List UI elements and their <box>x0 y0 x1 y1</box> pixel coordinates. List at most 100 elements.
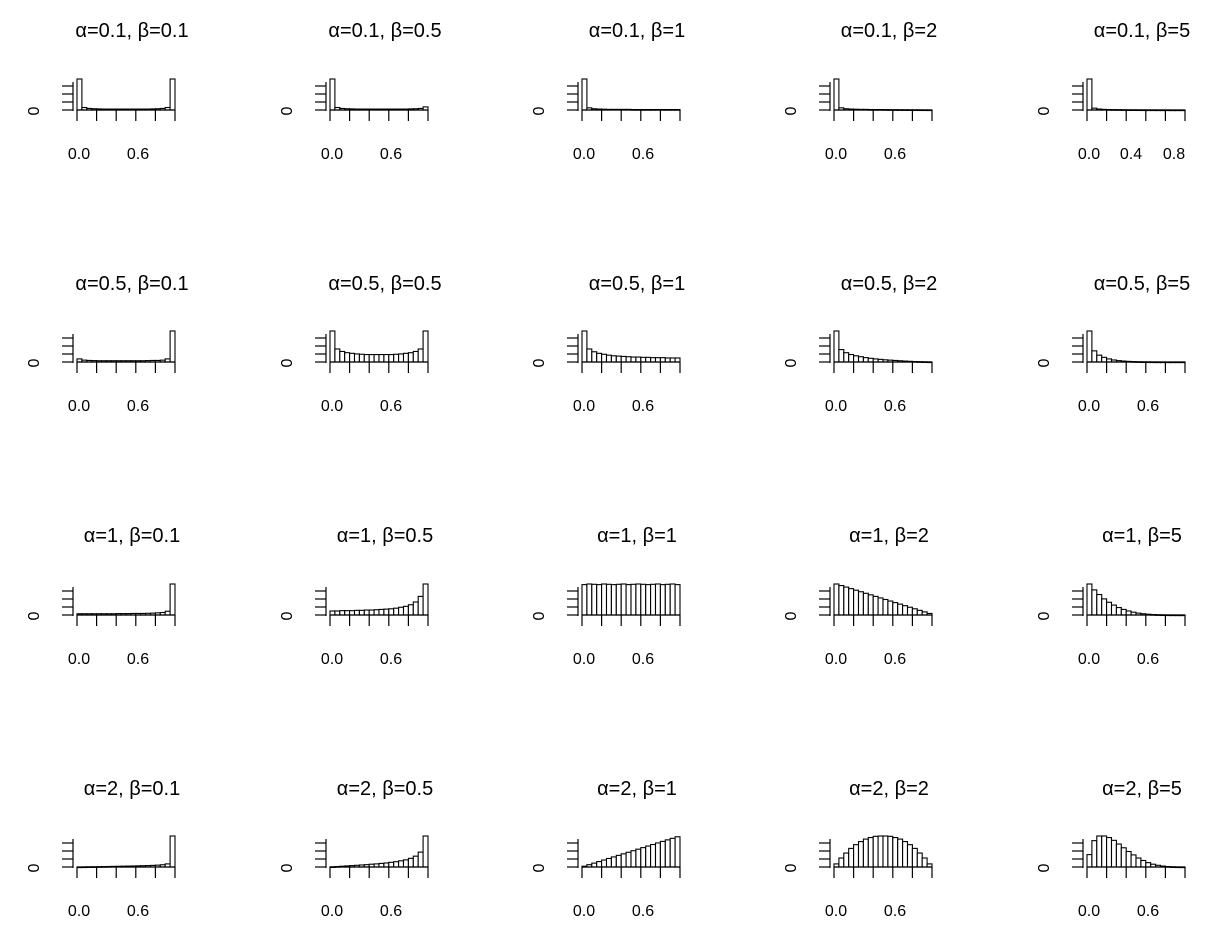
histogram-bar <box>1106 601 1113 616</box>
histogram-bar <box>363 354 370 363</box>
histogram-bar <box>398 353 405 363</box>
histogram-bar <box>916 609 923 616</box>
y-axis-label: 0 <box>279 863 296 872</box>
histogram-bar <box>388 354 395 363</box>
x-tick-label: 0.6 <box>127 398 149 415</box>
histogram-bar <box>334 348 341 363</box>
x-tick-label: 0.6 <box>127 146 149 163</box>
histogram-bar <box>654 583 661 616</box>
histogram-bar <box>674 836 681 868</box>
panel-title: α=0.1, β=0.1 <box>75 20 188 42</box>
histogram-bar <box>402 352 409 363</box>
histogram-bar <box>674 357 681 363</box>
x-tick-label: 0.0 <box>68 146 90 163</box>
histogram-bar <box>911 847 918 868</box>
histogram-bar <box>373 609 380 616</box>
histogram-bar <box>402 605 409 616</box>
x-tick-label: 0.6 <box>127 651 149 668</box>
histogram-bar <box>862 592 869 616</box>
histogram-bar <box>848 847 855 868</box>
histogram-bar <box>398 860 405 868</box>
x-tick-label: 0.0 <box>68 398 90 415</box>
histogram-bar <box>76 78 83 111</box>
panel-title: α=1, β=0.5 <box>337 525 433 547</box>
histogram-bar <box>586 583 593 616</box>
histogram-bar <box>1101 598 1108 616</box>
histogram-bar <box>882 598 889 616</box>
histogram-bar <box>169 330 176 363</box>
histogram-bar <box>833 330 840 363</box>
panel-title: α=2, β=2 <box>849 778 929 800</box>
histogram-bar <box>620 853 627 868</box>
y-axis-label: 0 <box>531 611 548 620</box>
panel-title: α=2, β=1 <box>597 778 677 800</box>
histogram-bar <box>833 583 840 616</box>
panel-title: α=0.5, β=1 <box>589 273 685 295</box>
histogram-bar <box>659 840 666 868</box>
histogram-bar <box>650 843 657 868</box>
x-tick-label: 0.0 <box>1078 146 1100 163</box>
panel-title: α=0.5, β=0.5 <box>328 273 441 295</box>
x-tick-label: 0.6 <box>632 903 654 920</box>
histogram-bar <box>1115 607 1122 616</box>
histogram-bar <box>867 594 874 616</box>
histogram-bar <box>398 606 405 616</box>
histogram-bar <box>635 356 642 363</box>
histogram-bar <box>393 861 400 868</box>
x-tick-label: 0.6 <box>884 651 906 668</box>
histogram-bar <box>1135 857 1142 868</box>
x-tick-label: 0.6 <box>127 903 149 920</box>
histogram-bar <box>664 583 671 616</box>
y-axis-label: 0 <box>531 358 548 367</box>
histogram-bar <box>892 602 899 616</box>
histogram-bar <box>591 583 598 616</box>
y-axis-label: 0 <box>26 358 43 367</box>
x-tick-label: 0.0 <box>68 651 90 668</box>
histogram-bar <box>654 357 661 363</box>
histogram-bar <box>605 583 612 616</box>
histogram-bar <box>848 588 855 616</box>
histogram-bar <box>669 583 676 616</box>
histogram-bar <box>838 584 845 616</box>
histogram-bar <box>383 354 390 363</box>
histogram-bar <box>1091 589 1098 616</box>
x-tick-label: 0.8 <box>1163 146 1185 163</box>
histogram-bar <box>625 356 632 363</box>
panel-title: α=0.5, β=0.1 <box>75 273 188 295</box>
y-axis-label: 0 <box>1036 358 1053 367</box>
y-axis-label: 0 <box>531 863 548 872</box>
histogram-bar <box>407 604 414 616</box>
histogram-bar <box>635 583 642 616</box>
histogram-bar <box>906 844 913 868</box>
histogram-bar <box>887 835 894 868</box>
histogram-bar <box>867 836 874 868</box>
histogram-bar <box>862 357 869 363</box>
histogram-bar <box>853 355 860 363</box>
x-tick-label: 0.0 <box>573 398 595 415</box>
x-tick-label: 0.0 <box>68 903 90 920</box>
histogram-bar <box>610 584 617 616</box>
histogram-bar <box>897 603 904 616</box>
histogram-bar <box>1096 354 1103 363</box>
x-tick-label: 0.0 <box>825 398 847 415</box>
histogram-bar <box>833 78 840 111</box>
beta-histogram-grid: α=0.1, β=0.1 0 0.0 0.6 α=0.1, β=0.5 0 0.0 0.6 α=… <box>26 20 1190 920</box>
histogram-bar <box>1110 604 1117 616</box>
histogram-bar <box>659 584 666 616</box>
histogram-bar <box>1086 583 1093 616</box>
histogram-bar <box>422 330 429 363</box>
histogram-bar <box>902 841 909 868</box>
histogram-bar <box>1101 835 1108 868</box>
x-tick-label: 0.6 <box>380 651 402 668</box>
histogram-bar <box>368 609 375 616</box>
histogram-bar <box>669 357 676 363</box>
histogram-bar <box>383 608 390 616</box>
histogram-bar <box>417 348 424 363</box>
y-axis-label: 0 <box>783 106 800 115</box>
histogram-bar <box>669 837 676 868</box>
x-tick-label: 0.0 <box>825 903 847 920</box>
histogram-bar <box>887 600 894 616</box>
histogram-bar <box>349 610 356 616</box>
histogram-bar <box>601 353 608 363</box>
x-tick-label: 0.0 <box>1078 651 1100 668</box>
